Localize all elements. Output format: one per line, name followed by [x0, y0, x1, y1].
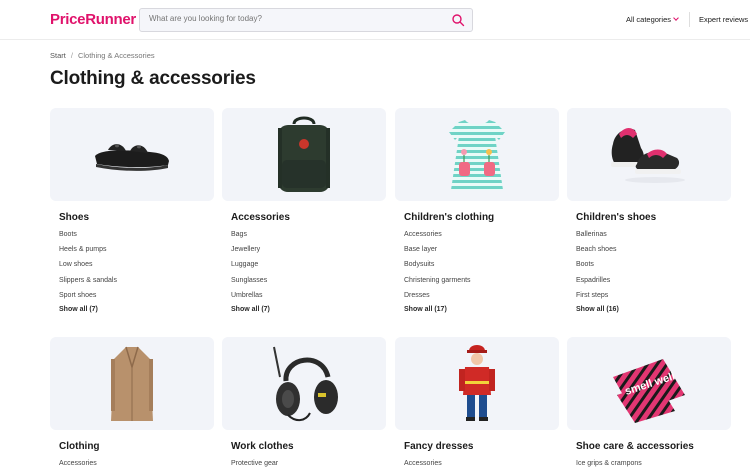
subcategory-link[interactable]: Accessories: [404, 230, 559, 245]
show-all-link[interactable]: Show all (16): [576, 306, 731, 313]
category-card-clothing[interactable]: Clothing Accessories: [50, 337, 214, 471]
category-card-childrens-clothing[interactable]: Children's clothing Accessories Base lay…: [395, 108, 559, 313]
subcategory-link[interactable]: Bags: [231, 230, 386, 245]
subcategory-link[interactable]: Sunglasses: [231, 276, 386, 291]
search-bar[interactable]: [139, 8, 473, 32]
category-card-fancy-dresses[interactable]: Fancy dresses Accessories: [395, 337, 559, 471]
sandal-icon: [95, 144, 169, 171]
subcategory-link[interactable]: First steps: [576, 291, 731, 306]
chevron-down-icon: [673, 15, 679, 21]
category-image[interactable]: [395, 337, 559, 430]
subcategory-link[interactable]: Slippers & sandals: [59, 276, 214, 291]
subcategory-list: Boots Heels & pumps Low shoes Slippers &…: [59, 230, 214, 306]
show-all-link[interactable]: Show all (7): [59, 306, 214, 313]
coat-icon: [111, 346, 153, 421]
subcategory-link[interactable]: Ballerinas: [576, 230, 731, 245]
category-image[interactable]: [50, 108, 214, 201]
subcategory-list: Accessories: [404, 459, 559, 471]
subcategory-link[interactable]: Beach shoes: [576, 245, 731, 260]
subcategory-link[interactable]: Boots: [59, 230, 214, 245]
nav-divider: [689, 12, 690, 27]
all-categories-label: All categories: [626, 15, 672, 24]
category-title[interactable]: Clothing: [59, 441, 214, 452]
subcategory-link[interactable]: Luggage: [231, 260, 386, 275]
category-title[interactable]: Children's clothing: [404, 212, 559, 223]
category-card-shoe-care[interactable]: smell well Shoe care & accessories Ice g…: [567, 337, 731, 471]
subcategory-link[interactable]: Jewellery: [231, 245, 386, 260]
subcategory-link[interactable]: Espadrilles: [576, 276, 731, 291]
show-all-link[interactable]: Show all (17): [404, 306, 559, 313]
category-image[interactable]: [567, 108, 731, 201]
subcategory-link[interactable]: Ice grips & crampons: [576, 459, 731, 471]
subcategory-list: Ice grips & crampons: [576, 459, 731, 471]
breadcrumb-start[interactable]: Start: [50, 51, 66, 60]
smellwell-icon: smell well: [613, 359, 685, 423]
category-image[interactable]: [222, 337, 386, 430]
search-icon[interactable]: [451, 13, 465, 27]
breadcrumb: Start / Clothing & Accessories: [50, 51, 155, 60]
category-title[interactable]: Shoe care & accessories: [576, 441, 731, 452]
category-image[interactable]: [50, 337, 214, 430]
subcategory-link[interactable]: Accessories: [404, 459, 559, 471]
category-title[interactable]: Fancy dresses: [404, 441, 559, 452]
subcategory-list: Bags Jewellery Luggage Sunglasses Umbrel…: [231, 230, 386, 306]
subcategory-link[interactable]: Umbrellas: [231, 291, 386, 306]
subcategory-link[interactable]: Sport shoes: [59, 291, 214, 306]
category-title[interactable]: Shoes: [59, 212, 214, 223]
subcategory-list: Accessories: [59, 459, 214, 471]
category-image[interactable]: [222, 108, 386, 201]
subcategory-link[interactable]: Bodysuits: [404, 260, 559, 275]
all-categories-menu[interactable]: All categories: [626, 15, 679, 24]
subcategory-link[interactable]: Christening garments: [404, 276, 559, 291]
subcategory-list: Ballerinas Beach shoes Boots Espadrilles…: [576, 230, 731, 306]
subcategory-link[interactable]: Protective gear: [231, 459, 386, 471]
show-all-link[interactable]: Show all (7): [231, 306, 386, 313]
category-image[interactable]: [395, 108, 559, 201]
category-title[interactable]: Work clothes: [231, 441, 386, 452]
category-card-shoes[interactable]: Shoes Boots Heels & pumps Low shoes Slip…: [50, 108, 214, 313]
category-title[interactable]: Accessories: [231, 212, 386, 223]
subcategory-link[interactable]: Dresses: [404, 291, 559, 306]
subcategory-list: Protective gear: [231, 459, 386, 471]
search-input[interactable]: [149, 14, 439, 23]
subcategory-link[interactable]: Base layer: [404, 245, 559, 260]
ear-defenders-icon: [273, 346, 338, 421]
pricerunner-logo[interactable]: PriceRunner: [50, 11, 136, 28]
category-card-work-clothes[interactable]: Work clothes Protective gear: [222, 337, 386, 471]
category-card-childrens-shoes[interactable]: Children's shoes Ballerinas Beach shoes …: [567, 108, 731, 313]
subcategory-link[interactable]: Heels & pumps: [59, 245, 214, 260]
page-title: Clothing & accessories: [50, 68, 256, 89]
category-title[interactable]: Children's shoes: [576, 212, 731, 223]
dress-icon: [449, 120, 505, 190]
expert-reviews-link[interactable]: Expert reviews: [699, 15, 748, 24]
category-card-accessories[interactable]: Accessories Bags Jewellery Luggage Sungl…: [222, 108, 386, 313]
subcategory-link[interactable]: Low shoes: [59, 260, 214, 275]
site-header: PriceRunner All categories Expert review…: [0, 0, 750, 40]
category-image[interactable]: smell well: [567, 337, 731, 430]
kids-sneakers-icon: [611, 128, 685, 183]
subcategory-link[interactable]: Boots: [576, 260, 731, 275]
subcategory-list: Accessories Base layer Bodysuits Christe…: [404, 230, 559, 306]
costume-icon: [459, 345, 495, 421]
backpack-icon: [278, 116, 330, 192]
subcategory-link[interactable]: Accessories: [59, 459, 214, 471]
breadcrumb-current: Clothing & Accessories: [77, 51, 155, 60]
breadcrumb-separator: /: [70, 51, 73, 60]
